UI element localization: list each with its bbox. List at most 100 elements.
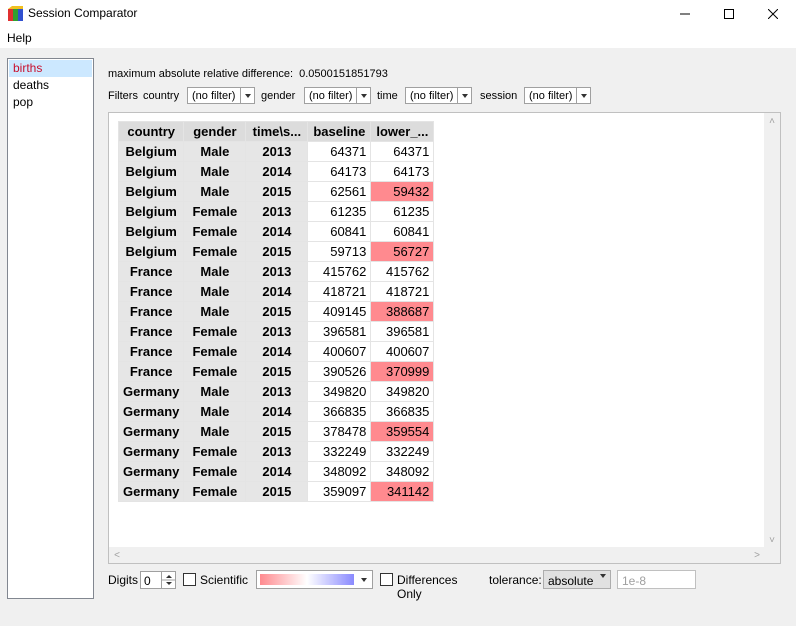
cell-lower[interactable]: 418721 xyxy=(370,281,435,302)
scroll-corner xyxy=(764,547,780,563)
cell-gender: Female xyxy=(183,441,247,462)
cell-lower[interactable]: 400607 xyxy=(370,341,435,362)
menu-help[interactable]: Help xyxy=(7,31,32,45)
cell-baseline[interactable]: 400607 xyxy=(307,341,372,362)
filter-country-select[interactable]: (no filter) xyxy=(187,87,255,104)
cell-lower[interactable]: 60841 xyxy=(370,221,435,242)
horizontal-scrollbar[interactable]: ˂ ˃ xyxy=(109,547,765,563)
tolerance-mode-value: absolute xyxy=(548,574,594,588)
cell-gender: Male xyxy=(183,181,247,202)
menu-bar: Help xyxy=(0,28,796,48)
filter-gender-select[interactable]: (no filter) xyxy=(304,87,371,104)
cell-time: 2014 xyxy=(245,461,309,482)
cell-lower[interactable]: 359554 xyxy=(370,421,435,442)
cell-baseline[interactable]: 64371 xyxy=(307,141,372,162)
scroll-up-icon[interactable]: ˄ xyxy=(764,113,780,129)
cell-lower[interactable]: 61235 xyxy=(370,201,435,222)
sidebar-item-deaths[interactable]: deaths xyxy=(9,77,92,94)
cell-baseline[interactable]: 349820 xyxy=(307,381,372,402)
cell-lower[interactable]: 370999 xyxy=(370,361,435,382)
cell-lower[interactable]: 56727 xyxy=(370,241,435,262)
filter-time-select[interactable]: (no filter) xyxy=(405,87,472,104)
comparison-table: country gender time\s... baseline lower_… xyxy=(117,121,435,502)
chevron-down-icon xyxy=(356,571,372,588)
filter-session-value: (no filter) xyxy=(529,90,573,102)
color-gradient-select[interactable] xyxy=(256,570,373,589)
cell-country: France xyxy=(117,261,185,282)
digits-value: 0 xyxy=(144,574,151,588)
filter-country-value: (no filter) xyxy=(192,90,236,102)
cell-time: 2013 xyxy=(245,441,309,462)
cell-lower[interactable]: 415762 xyxy=(370,261,435,282)
cell-baseline[interactable]: 62561 xyxy=(307,181,372,202)
cell-lower[interactable]: 396581 xyxy=(370,321,435,342)
chevron-down-icon xyxy=(600,574,606,592)
cell-lower[interactable]: 59432 xyxy=(370,181,435,202)
comparison-table-view[interactable]: country gender time\s... baseline lower_… xyxy=(108,112,781,564)
column-header-lower[interactable]: lower_... xyxy=(370,121,435,142)
sidebar-item-pop[interactable]: pop xyxy=(9,94,92,111)
table-row: Germany Female 2013 332249 332249 xyxy=(117,441,435,462)
cell-lower[interactable]: 341142 xyxy=(370,481,435,502)
cell-baseline[interactable]: 332249 xyxy=(307,441,372,462)
cell-baseline[interactable]: 418721 xyxy=(307,281,372,302)
cell-baseline[interactable]: 64173 xyxy=(307,161,372,182)
scroll-right-icon[interactable]: ˃ xyxy=(749,547,765,563)
digits-spinbox[interactable]: 0 xyxy=(140,571,176,589)
column-header-country[interactable]: country xyxy=(117,121,185,142)
cell-baseline[interactable]: 59713 xyxy=(307,241,372,262)
cell-lower[interactable]: 332249 xyxy=(370,441,435,462)
column-header-time[interactable]: time\s... xyxy=(245,121,309,142)
chevron-down-icon xyxy=(240,88,254,103)
cell-baseline[interactable]: 409145 xyxy=(307,301,372,322)
cell-baseline[interactable]: 359097 xyxy=(307,481,372,502)
cell-time: 2015 xyxy=(245,181,309,202)
vertical-scrollbar[interactable]: ˄ ˅ xyxy=(764,113,780,548)
cell-country: Germany xyxy=(117,441,185,462)
cell-lower[interactable]: 388687 xyxy=(370,301,435,322)
table-row: France Male 2014 418721 418721 xyxy=(117,281,435,302)
sidebar-item-births[interactable]: births xyxy=(9,60,92,77)
array-list[interactable]: births deaths pop xyxy=(7,58,94,599)
minimize-button[interactable] xyxy=(662,0,708,28)
cell-baseline[interactable]: 415762 xyxy=(307,261,372,282)
close-button[interactable] xyxy=(750,0,796,28)
max-difference-value: 0.0500151851793 xyxy=(299,68,388,80)
table-row: France Male 2013 415762 415762 xyxy=(117,261,435,282)
tolerance-mode-select[interactable]: absolute xyxy=(543,570,611,592)
cell-gender: Female xyxy=(183,341,247,362)
filter-session-select[interactable]: (no filter) xyxy=(524,87,591,104)
scroll-left-icon[interactable]: ˂ xyxy=(109,547,125,563)
cell-baseline[interactable]: 390526 xyxy=(307,361,372,382)
scientific-checkbox[interactable] xyxy=(183,573,196,586)
title-bar: Session Comparator xyxy=(0,0,796,28)
table-header-row: country gender time\s... baseline lower_… xyxy=(117,121,435,142)
cell-baseline[interactable]: 60841 xyxy=(307,221,372,242)
cell-country: France xyxy=(117,281,185,302)
cell-lower[interactable]: 366835 xyxy=(370,401,435,422)
cell-lower[interactable]: 64371 xyxy=(370,141,435,162)
scroll-down-icon[interactable]: ˅ xyxy=(764,532,780,548)
cell-country: Germany xyxy=(117,421,185,442)
cell-lower[interactable]: 348092 xyxy=(370,461,435,482)
column-header-gender[interactable]: gender xyxy=(183,121,247,142)
column-header-baseline[interactable]: baseline xyxy=(307,121,372,142)
cell-gender: Male xyxy=(183,261,247,282)
cell-time: 2014 xyxy=(245,221,309,242)
cell-country: France xyxy=(117,301,185,322)
cell-baseline[interactable]: 396581 xyxy=(307,321,372,342)
spin-buttons[interactable] xyxy=(161,572,176,588)
cell-time: 2013 xyxy=(245,381,309,402)
table-row: Belgium Female 2015 59713 56727 xyxy=(117,241,435,262)
cell-baseline[interactable]: 348092 xyxy=(307,461,372,482)
cell-baseline[interactable]: 61235 xyxy=(307,201,372,222)
differences-only-checkbox[interactable] xyxy=(380,573,393,586)
max-difference-label: maximum absolute relative difference: xyxy=(108,68,294,80)
cell-baseline[interactable]: 378478 xyxy=(307,421,372,442)
tolerance-input[interactable]: 1e-8 xyxy=(617,570,696,589)
cell-lower[interactable]: 64173 xyxy=(370,161,435,182)
maximize-button[interactable] xyxy=(706,0,752,28)
cell-lower[interactable]: 349820 xyxy=(370,381,435,402)
cell-time: 2015 xyxy=(245,421,309,442)
cell-baseline[interactable]: 366835 xyxy=(307,401,372,422)
